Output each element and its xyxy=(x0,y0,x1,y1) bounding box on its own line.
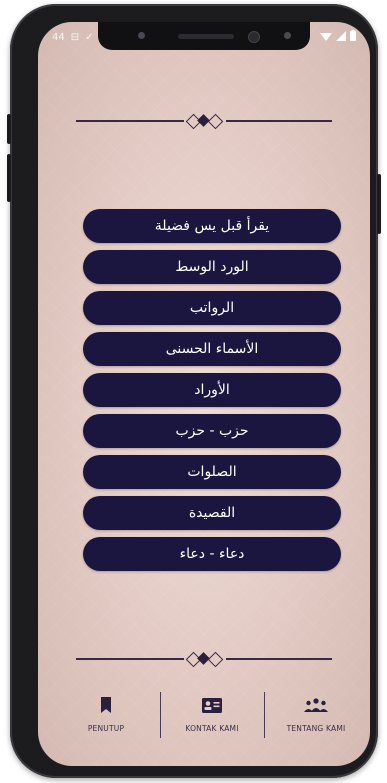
ornament-diamond-right xyxy=(207,113,224,130)
menu-button-yaqra-qabla-yasin[interactable]: يقرأ قبل يس فضيلة xyxy=(83,209,341,243)
menu-button-wird-wasat[interactable]: الورد الوسط xyxy=(83,250,341,284)
group-icon xyxy=(304,694,328,716)
nav-label: KONTAK KAMI xyxy=(185,724,239,733)
side-button xyxy=(377,174,381,234)
top-ornament-divider xyxy=(76,113,332,130)
nav-penutup[interactable]: PENUTUP xyxy=(56,690,156,750)
front-camera xyxy=(248,31,260,43)
signal-icon xyxy=(336,30,346,41)
menu-button-doa[interactable]: دعاء - دعاء xyxy=(83,537,341,571)
menu-button-awrad[interactable]: الأوراد xyxy=(83,373,341,407)
menu-button-salawat[interactable]: الصلوات xyxy=(83,455,341,489)
volume-button xyxy=(7,114,11,144)
nav-separator xyxy=(264,692,265,738)
wifi-icon xyxy=(320,32,332,41)
main-menu: يقرأ قبل يس فضيلة الورد الوسط الرواتب ال… xyxy=(83,209,343,578)
earpiece-speaker xyxy=(178,34,234,39)
status-glyph: 44 xyxy=(52,32,65,43)
contact-card-icon xyxy=(202,694,222,716)
menu-button-qasidah[interactable]: القصيدة xyxy=(83,496,341,530)
menu-button-hizb[interactable]: حزب - حزب xyxy=(83,414,341,448)
nav-separator xyxy=(160,692,161,738)
battery-icon xyxy=(350,30,356,41)
nav-label: PENUTUP xyxy=(87,724,125,733)
ornament-line-right xyxy=(226,658,332,660)
status-glyph: ⊟ xyxy=(70,32,80,43)
power-button xyxy=(7,154,11,202)
status-right xyxy=(320,30,356,41)
bottom-navigation: PENUTUP KONTAK KAMI TENTANG KAMI xyxy=(38,690,370,750)
menu-button-asmaul-husna[interactable]: الأسماء الحسنى xyxy=(83,332,341,366)
bookmark-icon xyxy=(100,694,112,716)
nav-kontak-kami[interactable]: KONTAK KAMI xyxy=(162,690,262,750)
camera-notch xyxy=(98,22,310,50)
ornament-line-right xyxy=(226,120,332,122)
ornament-line-left xyxy=(76,120,184,122)
sensor-dot xyxy=(138,32,145,39)
sensor-dot xyxy=(284,32,291,39)
app-screen: 44 ⊟ ✓ ○ يقرأ قب xyxy=(38,22,370,766)
bottom-ornament-divider xyxy=(76,651,332,668)
ornament-diamond-right xyxy=(207,651,224,668)
nav-tentang-kami[interactable]: TENTANG KAMI xyxy=(266,690,366,750)
phone-frame: 44 ⊟ ✓ ○ يقرأ قب xyxy=(7,4,381,778)
ornament-line-left xyxy=(76,658,184,660)
nav-label: TENTANG KAMI xyxy=(286,724,346,733)
menu-button-rawatib[interactable]: الرواتب xyxy=(83,291,341,325)
status-glyph: ✓ xyxy=(85,32,94,43)
